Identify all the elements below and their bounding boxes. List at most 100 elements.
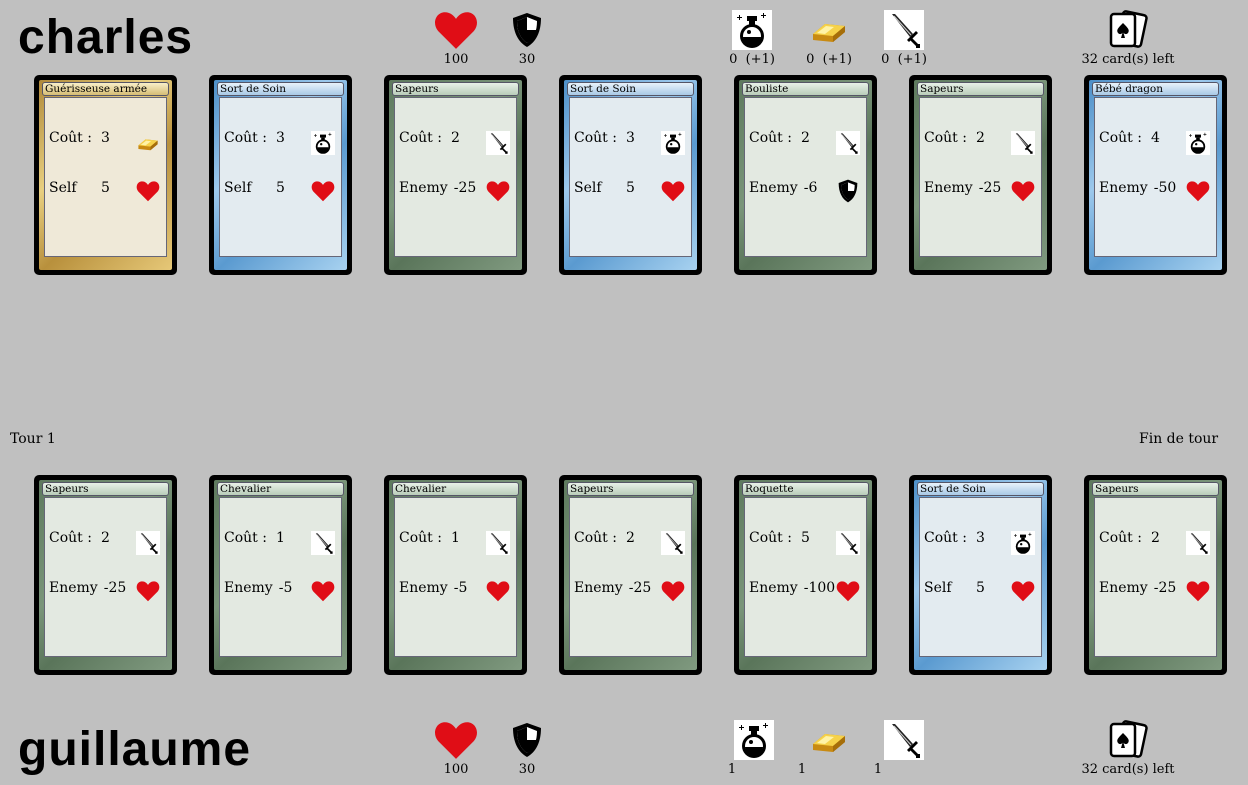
card-cost-row: Coût : 5 [749, 530, 810, 546]
card-effect-value: -5 [278, 580, 293, 596]
card-cost-row: Coût : 2 [574, 530, 635, 546]
potion-icon [1011, 531, 1035, 555]
card[interactable]: Sort de Soin Coût : 3 Self 5 [909, 475, 1052, 675]
card-cost-value: 3 [101, 130, 110, 146]
card-cost-label: Coût : [49, 530, 92, 546]
card[interactable]: Sapeurs Coût : 2 Enemy -25 [1084, 475, 1227, 675]
heart-icon [486, 179, 510, 203]
potion-icon [732, 10, 772, 50]
card-cost-label: Coût : [574, 130, 617, 146]
card[interactable]: Sapeurs Coût : 2 Enemy -25 [559, 475, 702, 675]
card[interactable]: Sapeurs Coût : 2 Enemy -25 [34, 475, 177, 675]
sword-icon [836, 531, 860, 555]
card-cost-value: 2 [976, 130, 985, 146]
bottom-health-value: 100 [443, 762, 469, 777]
card-effect-target: Enemy [399, 180, 448, 196]
card-effect-value: -100 [803, 580, 836, 596]
card-effect-target: Enemy [49, 580, 98, 596]
card-title: Bébé dragon [1092, 82, 1219, 96]
end-turn-button[interactable]: Fin de tour [1139, 431, 1218, 447]
top-sword-value: 0 (+1) [881, 52, 927, 67]
card-effect-target: Enemy [1099, 180, 1148, 196]
card-body: Coût : 3 Self 5 [919, 497, 1042, 657]
card-cost-label: Coût : [224, 530, 267, 546]
card-effect-target: Enemy [924, 180, 973, 196]
card-cost-value: 3 [626, 130, 635, 146]
bottom-sword-stat: 1 [848, 720, 924, 777]
card-effect-target: Enemy [224, 580, 273, 596]
card-effect-row: Enemy -5 [224, 580, 292, 596]
card[interactable]: Chevalier Coût : 1 Enemy -5 [209, 475, 352, 675]
card[interactable]: Sort de Soin Coût : 3 Self 5 [209, 75, 352, 275]
card-title: Sort de Soin [567, 82, 694, 96]
card-cost-label: Coût : [749, 530, 792, 546]
top-potion-stat: 0 (+1) [720, 10, 784, 67]
card-effect-row: Enemy -25 [924, 180, 1001, 196]
sword-icon [486, 131, 510, 155]
card[interactable]: Sapeurs Coût : 2 Enemy -25 [909, 75, 1052, 275]
shield-icon [511, 722, 543, 758]
card-effect-row: Enemy -25 [49, 580, 126, 596]
sword-icon [884, 10, 924, 50]
card-cost-row: Coût : 2 [924, 130, 985, 146]
top-player-name: charles [18, 11, 194, 64]
card-cost-label: Coût : [749, 130, 792, 146]
card-title: Roquette [742, 482, 869, 496]
card-effect-target: Self [574, 180, 602, 196]
bottom-deck-stat: 32 card(s) left [1073, 720, 1183, 777]
card-body: Coût : 2 Enemy -25 [44, 497, 167, 657]
turn-indicator: Tour 1 [10, 431, 56, 447]
card-cost-label: Coût : [399, 530, 442, 546]
shield-icon [836, 179, 860, 203]
card-body: Coût : 2 Enemy -25 [569, 497, 692, 657]
card[interactable]: Roquette Coût : 5 Enemy -100 [734, 475, 877, 675]
card-effect-row: Self 5 [924, 580, 985, 596]
card-effect-row: Self 5 [49, 180, 110, 196]
card-frame: Chevalier Coût : 1 Enemy -5 [214, 480, 347, 670]
card-effect-value: 5 [101, 180, 110, 196]
card-effect-row: Enemy -6 [749, 180, 817, 196]
card-effect-value: -6 [803, 180, 818, 196]
card-effect-value: 5 [626, 180, 635, 196]
card-cost-value: 2 [101, 530, 110, 546]
card-cost-row: Coût : 1 [399, 530, 460, 546]
card-effect-row: Enemy -25 [1099, 580, 1176, 596]
card-cost-label: Coût : [1099, 530, 1142, 546]
card-frame: Sapeurs Coût : 2 Enemy -25 [389, 80, 522, 270]
card-cost-row: Coût : 3 [224, 130, 285, 146]
card-cost-row: Coût : 3 [924, 530, 985, 546]
card[interactable]: Sapeurs Coût : 2 Enemy -25 [384, 75, 527, 275]
card[interactable]: Guérisseuse armée Coût : 3 Self 5 [34, 75, 177, 275]
card-effect-target: Enemy [399, 580, 448, 596]
card[interactable]: Bébé dragon Coût : 4 Enemy -50 [1084, 75, 1227, 275]
card-effect-row: Enemy -25 [399, 180, 476, 196]
card-effect-value: -50 [1153, 180, 1177, 196]
card-cost-label: Coût : [224, 130, 267, 146]
card-body: Coût : 2 Enemy -25 [1094, 497, 1217, 657]
heart-icon [136, 179, 160, 203]
card[interactable]: Bouliste Coût : 2 Enemy -6 [734, 75, 877, 275]
card-body: Coût : 2 Enemy -25 [919, 97, 1042, 257]
card-cost-label: Coût : [924, 130, 967, 146]
card-title: Guérisseuse armée [42, 82, 169, 96]
card-cost-value: 5 [801, 530, 810, 546]
heart-icon [433, 720, 479, 760]
card[interactable]: Sort de Soin Coût : 3 Self 5 [559, 75, 702, 275]
card-title: Chevalier [392, 482, 519, 496]
gold-icon [809, 10, 849, 50]
card-title: Sapeurs [392, 82, 519, 96]
potion-icon [1186, 131, 1210, 155]
card-body: Coût : 3 Self 5 [219, 97, 342, 257]
card-effect-value: -25 [103, 580, 127, 596]
heart-icon [661, 179, 685, 203]
card-cost-value: 2 [801, 130, 810, 146]
bottom-player-name: guillaume [18, 723, 252, 776]
sword-icon [1011, 131, 1035, 155]
card-cost-row: Coût : 1 [224, 530, 285, 546]
card-cost-value: 3 [276, 130, 285, 146]
card-frame: Sapeurs Coût : 2 Enemy -25 [39, 480, 172, 670]
bottom-sword-value: 1 [873, 762, 883, 777]
card[interactable]: Chevalier Coût : 1 Enemy -5 [384, 475, 527, 675]
card-frame: Sapeurs Coût : 2 Enemy -25 [914, 80, 1047, 270]
card-body: Coût : 2 Enemy -6 [744, 97, 867, 257]
